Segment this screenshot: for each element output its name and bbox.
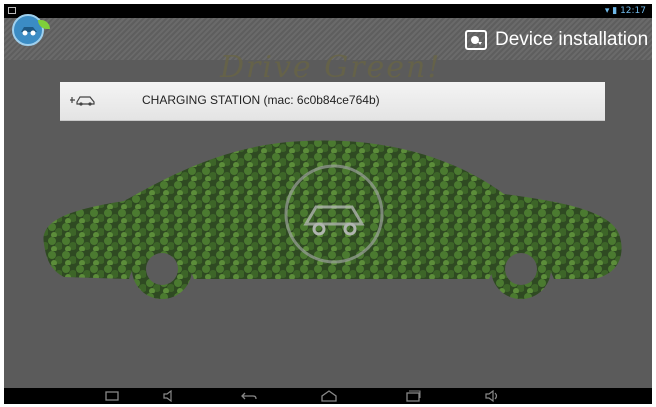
car-plug-icon	[70, 96, 95, 106]
device-label: CHARGING STATION (mac: 6c0b84ce764b)	[142, 93, 380, 107]
status-bar: ▾ ▮ 12:17	[4, 4, 652, 18]
navigation-bar	[4, 388, 652, 404]
background-slogan: Drive Green!	[220, 50, 442, 85]
volume-up-icon[interactable]	[484, 390, 500, 402]
back-icon[interactable]	[240, 390, 258, 402]
status-right: ▾ ▮ 12:17	[605, 5, 646, 17]
page-title: Device installation	[495, 29, 649, 50]
recent-apps-icon[interactable]	[404, 390, 422, 402]
tree-car-illustration	[43, 140, 622, 299]
volume-down-icon[interactable]	[162, 390, 178, 402]
wifi-icon: ▾	[604, 6, 610, 16]
list-item-charging-station[interactable]: CHARGING STATION (mac: 6c0b84ce764b)	[60, 82, 605, 121]
battery-icon: ▮	[612, 6, 618, 16]
installer-icon[interactable]	[465, 30, 487, 50]
home-icon[interactable]	[320, 390, 338, 402]
notification-icon	[8, 7, 16, 14]
app-logo-icon[interactable]	[12, 14, 50, 46]
clock: 12:17	[620, 6, 646, 16]
screenshot-icon[interactable]	[104, 390, 120, 402]
screen: ▾ ▮ 12:17 Drive Green! Device installati…	[4, 4, 652, 404]
